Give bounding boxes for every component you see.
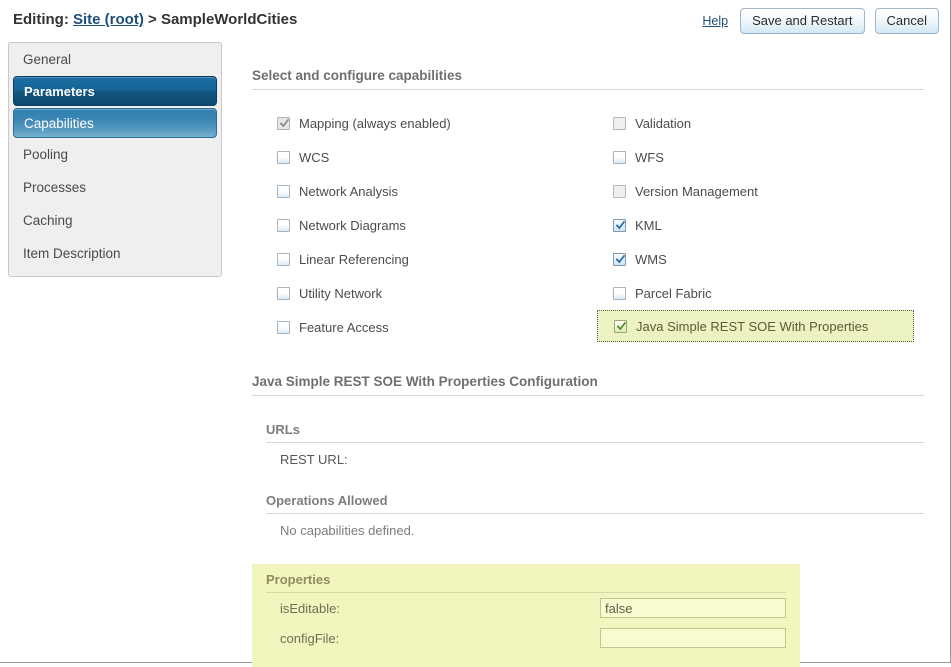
properties-block: Properties isEditable: configFile: [252,564,800,667]
checkbox-icon [277,116,290,130]
checkbox-icon [613,116,626,130]
checkbox-icon[interactable] [277,150,290,164]
checkbox-icon[interactable] [277,184,290,198]
property-value-input[interactable] [600,598,786,618]
sidebar-item-item-description[interactable]: Item Description [9,237,221,270]
checkbox-icon[interactable] [613,150,626,164]
properties-rows: isEditable: configFile: [266,593,786,653]
urls-heading: URLs [266,422,924,443]
checkmark-icon [615,219,626,230]
capability-label: KML [635,217,662,233]
urls-block: URLs REST URL: [266,422,924,467]
checkbox-icon[interactable] [277,252,290,266]
checkbox-icon[interactable] [277,218,290,232]
editing-prefix: Editing: [13,11,69,28]
checkbox-icon[interactable] [613,286,626,300]
operations-empty-message: No capabilities defined. [280,523,415,538]
property-row: isEditable: [266,593,786,623]
capability-row-highlighted[interactable]: Java Simple REST SOE With Properties [597,310,914,342]
capability-label: Validation [635,115,692,131]
breadcrumb-separator: > [148,11,157,28]
capability-row[interactable]: KML [588,208,924,242]
header-actions: Help Save and Restart Cancel [702,8,939,34]
capability-label: Mapping (always enabled) [299,115,451,131]
capability-row[interactable]: Parcel Fabric [588,276,924,310]
rest-url-row: REST URL: [266,443,924,467]
soe-configuration: Java Simple REST SOE With Properties Con… [252,374,924,667]
sidebar-item-processes[interactable]: Processes [9,171,221,204]
checkmark-icon [616,320,627,331]
capability-row[interactable]: Network Diagrams [252,208,588,242]
sidebar-item-general[interactable]: General [9,43,221,76]
site-root-link[interactable]: Site (root) [73,11,144,28]
capabilities-column-right: Validation WFS Version Management KML WMS Par… [588,106,924,344]
checkbox-icon[interactable] [277,320,290,334]
capability-label: Network Diagrams [299,217,406,233]
properties-heading: Properties [266,564,786,593]
capability-row[interactable]: Mapping (always enabled) [252,106,588,140]
capability-label: WFS [635,149,664,165]
page-header: Editing: Site (root) > SampleWorldCities… [0,0,950,42]
capabilities-column-left: Mapping (always enabled) WCS Network Analy… [252,106,588,344]
capability-row[interactable]: Feature Access [252,310,588,344]
capability-label: Network Analysis [299,183,398,199]
breadcrumb: Editing: Site (root) > SampleWorldCities [13,11,297,28]
capability-label: Java Simple REST SOE With Properties [636,318,869,334]
sidebar-item-pooling[interactable]: Pooling [9,138,221,171]
capability-label: Utility Network [299,285,383,301]
capability-label: Feature Access [299,319,389,335]
capability-row[interactable]: Linear Referencing [252,242,588,276]
page-title: Select and configure capabilities [252,68,924,90]
capability-row[interactable]: Version Management [588,174,924,208]
property-row: configFile: [266,623,786,653]
property-label: configFile: [280,630,340,646]
help-link[interactable]: Help [702,14,728,28]
property-label: isEditable: [280,600,340,616]
capability-row[interactable]: WCS [252,140,588,174]
operations-heading: Operations Allowed [266,493,924,514]
cancel-button[interactable]: Cancel [874,8,939,34]
checkmark-icon [615,253,626,264]
sidebar-item-parameters[interactable]: Parameters [13,76,217,106]
checkbox-icon[interactable] [614,319,627,333]
checkmark-icon [279,117,290,128]
checkbox-icon [613,184,626,198]
main-panel: Select and configure capabilities Mappin… [252,68,924,667]
capability-row[interactable]: Utility Network [252,276,588,310]
property-value-input[interactable] [600,628,786,648]
capability-label: Version Management [635,183,758,199]
operations-block: Operations Allowed No capabilities defin… [266,493,924,538]
capability-label: WMS [635,251,667,267]
checkbox-icon[interactable] [277,286,290,300]
capability-row[interactable]: Network Analysis [252,174,588,208]
capability-label: Linear Referencing [299,251,409,267]
capability-label: Parcel Fabric [635,285,712,301]
capability-row[interactable]: Validation [588,106,924,140]
capabilities-grid: Mapping (always enabled) WCS Network Analy… [252,106,924,344]
capability-label: WCS [299,149,330,165]
sidebar-item-capabilities[interactable]: Capabilities [13,108,217,138]
rest-url-label: REST URL: [280,452,348,467]
service-name: SampleWorldCities [160,11,298,28]
save-and-restart-button[interactable]: Save and Restart [740,8,865,34]
checkbox-icon[interactable] [613,218,626,232]
config-title: Java Simple REST SOE With Properties Con… [252,374,924,396]
capability-row[interactable]: WMS [588,242,924,276]
checkbox-icon[interactable] [613,252,626,266]
sidebar: General Parameters Capabilities Pooling … [8,42,222,277]
capability-row[interactable]: WFS [588,140,924,174]
sidebar-item-caching[interactable]: Caching [9,204,221,237]
